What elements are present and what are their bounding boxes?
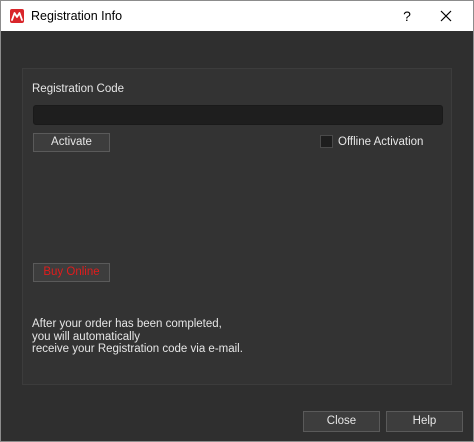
order-info-text: After your order has been completed, you… — [32, 318, 243, 356]
app-logo-icon — [10, 9, 24, 23]
close-button[interactable]: Close — [303, 411, 380, 432]
info-line: After your order has been completed, — [32, 318, 222, 330]
window-title: Registration Info — [31, 9, 123, 23]
close-icon — [440, 10, 452, 22]
info-line: you will automatically — [32, 330, 141, 343]
info-line: receive your Registration code via e-mai… — [32, 343, 243, 355]
title-help-button[interactable]: ? — [396, 4, 418, 28]
offline-activation-label[interactable]: Offline Activation — [338, 136, 423, 148]
registration-dialog: Registration Info ? Registration Code Ac… — [0, 0, 474, 442]
title-bar: Registration Info ? — [1, 1, 473, 31]
title-close-button[interactable] — [431, 4, 461, 28]
activate-button[interactable]: Activate — [33, 133, 110, 152]
registration-code-label: Registration Code — [32, 83, 125, 95]
buy-online-button[interactable]: Buy Online — [33, 263, 110, 282]
help-button[interactable]: Help — [386, 411, 463, 432]
offline-activation-checkbox[interactable] — [320, 135, 333, 148]
registration-code-input[interactable] — [33, 105, 443, 125]
